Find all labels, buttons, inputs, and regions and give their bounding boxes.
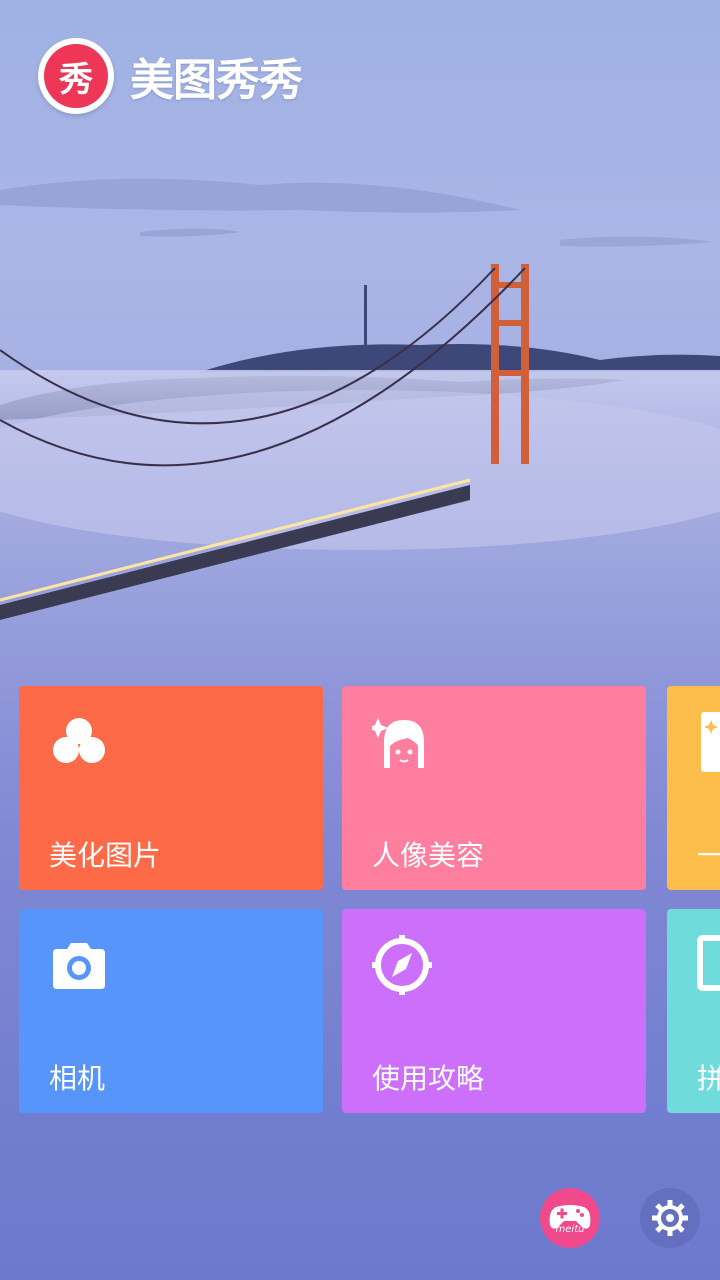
tile-portrait-beauty[interactable]: 人像美容 xyxy=(342,686,646,890)
camera-icon xyxy=(53,943,105,989)
tile-label: 使用攻略 xyxy=(372,1062,485,1095)
tile-label: 拼 xyxy=(697,1062,720,1095)
game-center-button[interactable]: meitu xyxy=(540,1188,600,1248)
game-center-label: meitu xyxy=(555,1224,585,1235)
tile-user-guide[interactable]: 使用攻略 xyxy=(342,909,646,1113)
magic-wand-icon xyxy=(701,712,720,772)
tile-label: 相机 xyxy=(49,1062,106,1095)
tile-label: 一 xyxy=(697,839,720,872)
tile-label: 人像美容 xyxy=(372,839,485,872)
tile-beautify-photo[interactable]: 美化图片 xyxy=(19,686,323,890)
collage-icon xyxy=(697,935,720,991)
tile-label: 美化图片 xyxy=(49,839,162,872)
gear-icon xyxy=(652,1200,688,1236)
tile-camera[interactable]: 相机 xyxy=(19,909,323,1113)
tile-one-click[interactable]: 一 xyxy=(667,686,720,890)
face-icon xyxy=(372,718,424,768)
flower-icon xyxy=(53,718,105,763)
compass-icon xyxy=(372,935,432,995)
tile-collage[interactable]: 拼 xyxy=(667,909,720,1113)
settings-button[interactable] xyxy=(640,1188,700,1248)
